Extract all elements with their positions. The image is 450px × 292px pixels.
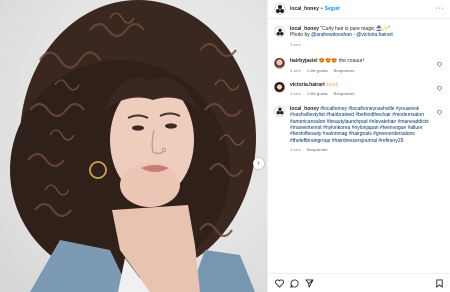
heart-icon[interactable] [275,278,284,288]
comment-time[interactable]: 3 sem [290,68,301,74]
comment-text: 🙌🏻🙌🏻 [326,82,339,89]
reply-button[interactable]: Responder [307,147,328,153]
heart-icon[interactable] [437,86,442,91]
avatar[interactable] [274,105,285,117]
comments-list: local_honey "Curly hair is pure magic 🧙🏻… [268,19,450,154]
photo-credit-link-2[interactable]: @victoria.hairart [356,32,392,38]
instagram-post: › local_honey • Seguir ··· local_honey "… [0,0,450,292]
more-options-button[interactable]: ··· [436,5,445,12]
reply-button[interactable]: Responder [334,68,355,74]
caption-username[interactable]: local_honey [290,26,319,32]
photo-credit-link[interactable]: @andrewdooshan [311,32,352,38]
comment-icon[interactable] [290,278,299,288]
next-photo-button[interactable]: › [253,158,264,169]
comment-username[interactable]: victoria.hairart [290,82,325,88]
caption-time[interactable]: 3 sem [290,42,301,48]
avatar[interactable] [274,26,285,37]
header-username[interactable]: local_honey [290,6,319,12]
photo-credit-prefix: Photo by [290,32,312,39]
comment-username[interactable]: local_honey [290,106,319,112]
local-honey-logo-icon [276,107,283,115]
comment-item: local_honey #localhoney #localhoneynashv… [274,105,444,154]
post-header: local_honey • Seguir ··· [268,0,450,19]
avatar[interactable] [274,3,286,15]
comment-item: victoria.hairart 🙌🏻🙌🏻 3 sem 1 Me gusta R… [274,82,444,98]
local-honey-logo-icon [276,5,284,13]
share-icon[interactable] [305,278,314,288]
post-sidebar: local_honey • Seguir ··· local_honey "Cu… [267,0,450,292]
hashtags-text[interactable]: #localhoney #localhoneynashville #youare… [290,106,429,144]
avatar[interactable] [274,82,285,94]
comment-time[interactable]: 3 sem [290,147,301,153]
comment-item: hairbyjasiel 😍😍😍 the couuur! 3 sem 1 Me … [274,58,444,74]
chevron-right-icon: › [257,160,260,167]
heart-icon[interactable] [437,110,442,115]
caption: local_honey "Curly hair is pure magic 🧙🏻… [274,26,444,48]
heart-icon[interactable] [437,62,442,68]
avatar[interactable] [274,58,285,70]
caption-text: "Curly hair is pure magic 🧙🏻‍♀️✨" [320,26,391,32]
follow-button[interactable]: Seguir [325,6,341,12]
reply-button[interactable]: Responder [334,91,355,97]
comment-likes[interactable]: 1 Me gusta [307,68,328,74]
separator: • [320,6,323,12]
local-honey-logo-icon [276,28,283,35]
comment-likes[interactable]: 1 Me gusta [307,91,328,97]
post-photo[interactable]: › [0,0,267,292]
action-bar [268,273,450,292]
comment-username[interactable]: hairbyjasiel [290,58,318,64]
bookmark-icon[interactable] [435,278,444,288]
comment-time[interactable]: 3 sem [290,91,301,97]
comment-text: 😍😍😍 the couuur! [318,58,364,65]
portrait-image [10,0,256,292]
